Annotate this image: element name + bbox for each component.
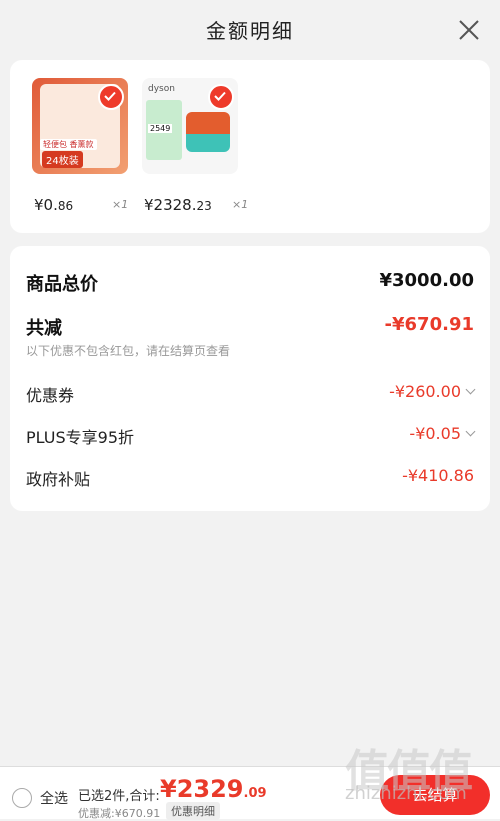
- select-all-label[interactable]: 全选: [40, 788, 68, 808]
- plus-label: PLUS专享95折: [26, 428, 134, 447]
- gov-subsidy-value: -¥410.86: [402, 466, 474, 485]
- subtotal-value: ¥3000.00: [379, 270, 474, 291]
- total-price: ¥2329.09: [160, 775, 267, 803]
- product-qty: ×1: [112, 198, 129, 211]
- product-tag: 24枚装: [42, 151, 83, 168]
- product-list: 轻便包 香薰款 24枚装 ¥0.86 ×1 dyson 2549 ¥2328.2…: [10, 60, 490, 233]
- close-icon[interactable]: [458, 19, 480, 41]
- check-icon[interactable]: [208, 84, 234, 110]
- product-item[interactable]: 轻便包 香薰款 24枚装 ¥0.86 ×1: [32, 78, 128, 214]
- product-brand: dyson: [148, 84, 175, 94]
- select-all-radio[interactable]: [12, 788, 32, 808]
- product-thumbnail[interactable]: dyson 2549: [142, 78, 238, 174]
- chevron-down-icon[interactable]: [465, 384, 476, 395]
- chevron-down-icon[interactable]: [465, 426, 476, 437]
- product-price: ¥0.86: [34, 196, 74, 214]
- reduce-label: 共减: [26, 318, 62, 339]
- discount-note: 以下优惠不包含红包，请在结算页查看: [26, 344, 231, 358]
- page-title: 金额明细: [206, 19, 294, 43]
- product-qty: ×1: [232, 198, 249, 211]
- product-item[interactable]: dyson 2549 ¥2328.23 ×1: [142, 78, 248, 214]
- reduce-value: -¥670.91: [384, 314, 474, 335]
- coupon-label: 优惠券: [26, 386, 75, 405]
- gov-subsidy-label: 政府补贴: [26, 470, 91, 489]
- plus-value-wrap[interactable]: -¥0.05: [409, 424, 476, 443]
- watermark-site: zhizhizhi.com: [345, 783, 467, 804]
- plus-value: -¥0.05: [409, 424, 461, 443]
- subtotal-label: 商品总价: [26, 274, 98, 295]
- check-icon[interactable]: [98, 84, 124, 110]
- discount-detail-button[interactable]: 优惠明细: [166, 802, 220, 820]
- product-thumbnail[interactable]: 轻便包 香薰款 24枚装: [32, 78, 128, 174]
- product-image-price: 2549: [148, 124, 173, 133]
- product-image-device-base: [186, 134, 230, 152]
- price-breakdown: 商品总价 ¥3000.00 共减 -¥670.91 以下优惠不包含红包，请在结算…: [10, 246, 490, 511]
- coupon-value-wrap[interactable]: -¥260.00: [389, 382, 476, 401]
- selected-count-text: 已选2件,合计:: [78, 789, 160, 804]
- header: 金额明细: [0, 0, 500, 60]
- product-tag-small: 轻便包 香薰款: [40, 139, 97, 150]
- product-price: ¥2328.23: [144, 196, 212, 214]
- coupon-value: -¥260.00: [389, 382, 461, 401]
